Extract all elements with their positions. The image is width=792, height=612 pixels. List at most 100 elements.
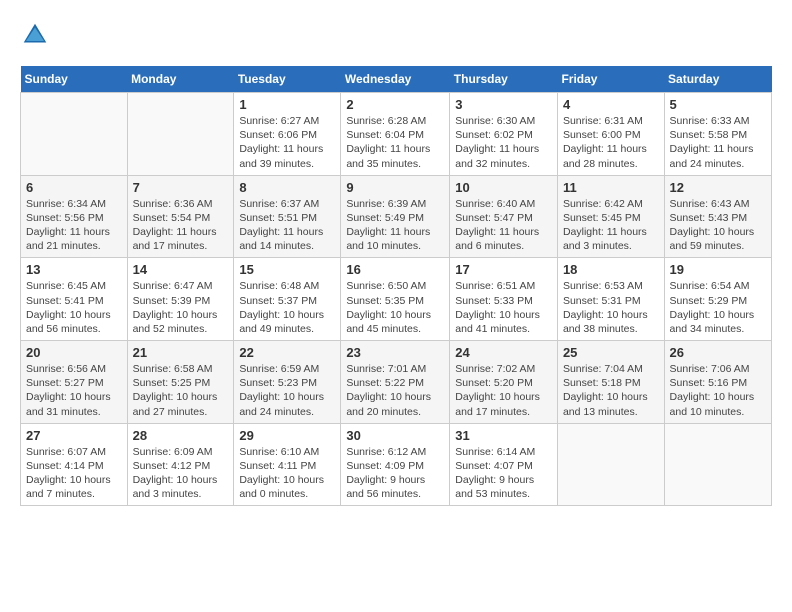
logo [20,20,54,50]
day-number: 15 [239,262,335,277]
calendar-cell: 8Sunrise: 6:37 AM Sunset: 5:51 PM Daylig… [234,175,341,258]
day-number: 25 [563,345,659,360]
calendar-cell: 2Sunrise: 6:28 AM Sunset: 6:04 PM Daylig… [341,93,450,176]
day-number: 24 [455,345,552,360]
day-number: 5 [670,97,766,112]
day-of-week-header: Wednesday [341,66,450,93]
calendar-cell: 16 Sunrise: 6:50 AM Sunset: 5:35 PM Dayli… [341,258,450,341]
calendar-header-row: SundayMondayTuesdayWednesdayThursdayFrid… [21,66,772,93]
day-info: Sunrise: 6:48 AM Sunset: 5:37 PM Dayligh… [239,279,335,336]
day-info: Sunrise: 6:36 AM Sunset: 5:54 PM Dayligh… [133,197,229,254]
day-number: 27 [26,428,122,443]
day-of-week-header: Friday [557,66,664,93]
day-info: Sunrise: 6:37 AM Sunset: 5:51 PM Dayligh… [239,197,335,254]
calendar-cell: 18 Sunrise: 6:53 AM Sunset: 5:31 PM Dayli… [557,258,664,341]
day-number: 31 [455,428,552,443]
day-number: 17 [455,262,552,277]
day-info: Sunrise: 6:39 AM Sunset: 5:49 PM Dayligh… [346,197,444,254]
calendar-table: SundayMondayTuesdayWednesdayThursdayFrid… [20,66,772,506]
day-info: Sunrise: 6:40 AM Sunset: 5:47 PM Dayligh… [455,197,552,254]
day-number: 9 [346,180,444,195]
calendar-cell: 23 Sunrise: 7:01 AM Sunset: 5:22 PM Dayli… [341,341,450,424]
day-number: 23 [346,345,444,360]
calendar-cell: 17 Sunrise: 6:51 AM Sunset: 5:33 PM Dayli… [450,258,558,341]
day-number: 20 [26,345,122,360]
calendar-cell: 10 Sunrise: 6:40 AM Sunset: 5:47 PM Dayli… [450,175,558,258]
day-number: 13 [26,262,122,277]
day-info: Sunrise: 6:51 AM Sunset: 5:33 PM Dayligh… [455,279,552,336]
calendar-cell: 27 Sunrise: 6:07 AM Sunset: 4:14 PM Dayli… [21,423,128,506]
day-of-week-header: Tuesday [234,66,341,93]
calendar-cell: 31 Sunrise: 6:14 AM Sunset: 4:07 PM Dayli… [450,423,558,506]
calendar-cell: 4 Sunrise: 6:31 AM Sunset: 6:00 PM Daylig… [557,93,664,176]
day-info: Sunrise: 7:01 AM Sunset: 5:22 PM Dayligh… [346,362,444,419]
calendar-cell [127,93,234,176]
calendar-cell: 19 Sunrise: 6:54 AM Sunset: 5:29 PM Dayli… [664,258,771,341]
day-number: 28 [133,428,229,443]
day-info: Sunrise: 6:09 AM Sunset: 4:12 PM Dayligh… [133,445,229,502]
calendar-cell [664,423,771,506]
day-info: Sunrise: 6:54 AM Sunset: 5:29 PM Dayligh… [670,279,766,336]
calendar-cell: 26 Sunrise: 7:06 AM Sunset: 5:16 PM Dayli… [664,341,771,424]
day-number: 7 [133,180,229,195]
day-info: Sunrise: 6:30 AM Sunset: 6:02 PM Dayligh… [455,114,552,171]
calendar-cell: 22 Sunrise: 6:59 AM Sunset: 5:23 PM Dayli… [234,341,341,424]
calendar-week-row: 27 Sunrise: 6:07 AM Sunset: 4:14 PM Dayli… [21,423,772,506]
calendar-cell: 5 Sunrise: 6:33 AM Sunset: 5:58 PM Daylig… [664,93,771,176]
calendar-cell: 7 Sunrise: 6:36 AM Sunset: 5:54 PM Daylig… [127,175,234,258]
calendar-cell: 15 Sunrise: 6:48 AM Sunset: 5:37 PM Dayli… [234,258,341,341]
day-number: 29 [239,428,335,443]
day-info: Sunrise: 7:06 AM Sunset: 5:16 PM Dayligh… [670,362,766,419]
calendar-cell: 21 Sunrise: 6:58 AM Sunset: 5:25 PM Dayli… [127,341,234,424]
calendar-cell: 1Sunrise: 6:27 AM Sunset: 6:06 PM Daylig… [234,93,341,176]
day-info: Sunrise: 6:31 AM Sunset: 6:00 PM Dayligh… [563,114,659,171]
day-number: 14 [133,262,229,277]
day-number: 10 [455,180,552,195]
day-info: Sunrise: 6:10 AM Sunset: 4:11 PM Dayligh… [239,445,335,502]
day-info: Sunrise: 6:34 AM Sunset: 5:56 PM Dayligh… [26,197,122,254]
calendar-cell: 9 Sunrise: 6:39 AM Sunset: 5:49 PM Daylig… [341,175,450,258]
day-info: Sunrise: 6:59 AM Sunset: 5:23 PM Dayligh… [239,362,335,419]
calendar-cell: 11 Sunrise: 6:42 AM Sunset: 5:45 PM Dayli… [557,175,664,258]
calendar-cell: 30 Sunrise: 6:12 AM Sunset: 4:09 PM Dayli… [341,423,450,506]
day-number: 16 [346,262,444,277]
day-info: Sunrise: 6:45 AM Sunset: 5:41 PM Dayligh… [26,279,122,336]
day-number: 12 [670,180,766,195]
day-info: Sunrise: 6:43 AM Sunset: 5:43 PM Dayligh… [670,197,766,254]
calendar-cell: 6 Sunrise: 6:34 AM Sunset: 5:56 PM Daylig… [21,175,128,258]
calendar-week-row: 13 Sunrise: 6:45 AM Sunset: 5:41 PM Dayli… [21,258,772,341]
logo-icon [20,20,50,50]
calendar-cell: 13 Sunrise: 6:45 AM Sunset: 5:41 PM Dayli… [21,258,128,341]
day-number: 26 [670,345,766,360]
day-number: 1 [239,97,335,112]
day-number: 30 [346,428,444,443]
day-info: Sunrise: 6:47 AM Sunset: 5:39 PM Dayligh… [133,279,229,336]
day-number: 19 [670,262,766,277]
day-info: Sunrise: 6:50 AM Sunset: 5:35 PM Dayligh… [346,279,444,336]
calendar-cell: 25 Sunrise: 7:04 AM Sunset: 5:18 PM Dayli… [557,341,664,424]
day-info: Sunrise: 6:12 AM Sunset: 4:09 PM Dayligh… [346,445,444,502]
page-header [20,20,772,50]
calendar-cell: 29 Sunrise: 6:10 AM Sunset: 4:11 PM Dayli… [234,423,341,506]
day-number: 11 [563,180,659,195]
day-info: Sunrise: 6:53 AM Sunset: 5:31 PM Dayligh… [563,279,659,336]
day-number: 22 [239,345,335,360]
day-of-week-header: Saturday [664,66,771,93]
day-number: 6 [26,180,122,195]
day-number: 21 [133,345,229,360]
day-info: Sunrise: 6:42 AM Sunset: 5:45 PM Dayligh… [563,197,659,254]
calendar-cell: 12 Sunrise: 6:43 AM Sunset: 5:43 PM Dayli… [664,175,771,258]
day-number: 4 [563,97,659,112]
day-number: 18 [563,262,659,277]
day-info: Sunrise: 7:04 AM Sunset: 5:18 PM Dayligh… [563,362,659,419]
day-info: Sunrise: 6:58 AM Sunset: 5:25 PM Dayligh… [133,362,229,419]
calendar-week-row: 6 Sunrise: 6:34 AM Sunset: 5:56 PM Daylig… [21,175,772,258]
day-of-week-header: Sunday [21,66,128,93]
day-info: Sunrise: 6:14 AM Sunset: 4:07 PM Dayligh… [455,445,552,502]
day-info: Sunrise: 6:07 AM Sunset: 4:14 PM Dayligh… [26,445,122,502]
calendar-week-row: 20Sunrise: 6:56 AM Sunset: 5:27 PM Dayli… [21,341,772,424]
day-info: Sunrise: 6:28 AM Sunset: 6:04 PM Dayligh… [346,114,444,171]
calendar-cell: 20Sunrise: 6:56 AM Sunset: 5:27 PM Dayli… [21,341,128,424]
day-info: Sunrise: 6:33 AM Sunset: 5:58 PM Dayligh… [670,114,766,171]
calendar-week-row: 1Sunrise: 6:27 AM Sunset: 6:06 PM Daylig… [21,93,772,176]
